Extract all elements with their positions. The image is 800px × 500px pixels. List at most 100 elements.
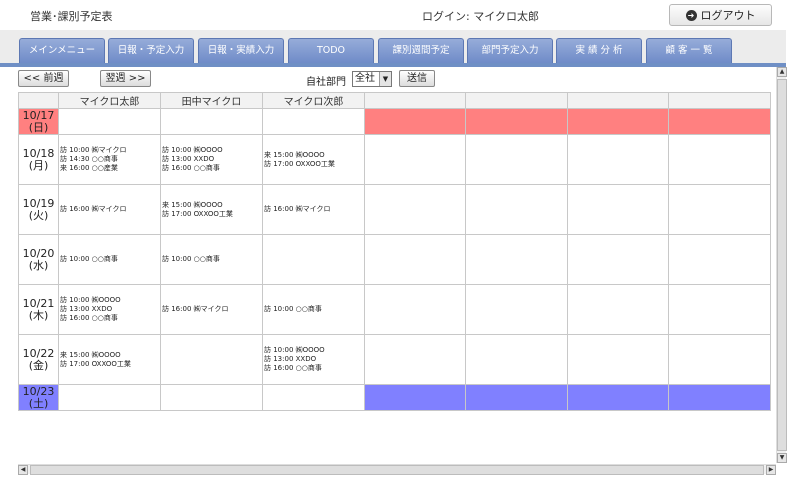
logout-button[interactable]: ➜ ログアウト bbox=[669, 4, 772, 26]
schedule-entry[interactable]: 訪 16:00 ㈱マイクロ bbox=[60, 205, 160, 214]
day-row: 10/22 (金) 来 15:00 ㈱OOOO 訪 17:00 OXXOO工業訪 10… bbox=[18, 334, 771, 385]
day-row: 10/20 (水) 訪 10:00 ○○商事訪 10:00 ○○商事 bbox=[18, 234, 771, 285]
schedule-cell[interactable] bbox=[262, 234, 365, 285]
schedule-entry[interactable]: 来 15:00 ㈱OOOO bbox=[60, 351, 160, 360]
logout-label: ログアウト bbox=[700, 9, 756, 22]
horizontal-scroll-thumb[interactable] bbox=[30, 465, 764, 475]
scroll-down-arrow-icon[interactable]: ▼ bbox=[777, 453, 787, 463]
schedule-cell[interactable]: 訪 16:00 ㈱マイクロ bbox=[58, 184, 161, 235]
scroll-left-arrow-icon[interactable]: ◀ bbox=[18, 465, 28, 475]
schedule-entry[interactable]: 訪 10:00 ㈱マイクロ bbox=[60, 146, 160, 155]
send-button[interactable]: 送信 bbox=[399, 70, 435, 87]
schedule-cell[interactable] bbox=[262, 384, 365, 411]
schedule-cell[interactable] bbox=[160, 334, 263, 385]
tab-daily-plan-input[interactable]: 日報・予定入力 bbox=[108, 38, 194, 63]
date-cell: 10/23 (土) bbox=[18, 384, 59, 411]
schedule-cell[interactable] bbox=[58, 384, 161, 411]
schedule-cell[interactable] bbox=[58, 108, 161, 135]
tab-results-analysis[interactable]: 実 績 分 析 bbox=[556, 38, 642, 63]
empty-cell bbox=[567, 184, 669, 235]
grid-body: 10/17 (日) 10/18 (月) 訪 10:00 ㈱マイクロ訪 14:30 ○○商… bbox=[18, 108, 771, 411]
schedule-entry[interactable]: 訪 16:00 ○○商事 bbox=[162, 164, 262, 173]
schedule-entry[interactable]: 訪 10:00 ㈱OOOO bbox=[264, 346, 364, 355]
schedule-entry[interactable]: 訪 14:30 ○○商事 bbox=[60, 155, 160, 164]
schedule-cell[interactable] bbox=[160, 108, 263, 135]
horizontal-scrollbar[interactable]: ◀ ▶ bbox=[18, 464, 776, 475]
schedule-entry[interactable]: 来 15:00 ㈱OOOO bbox=[162, 201, 262, 210]
tab-todo[interactable]: TODO bbox=[288, 38, 374, 63]
date-cell: 10/17 (日) bbox=[18, 108, 59, 135]
day-of-week-label: (金) bbox=[28, 358, 49, 372]
schedule-entry[interactable]: 訪 17:00 OXXOO工業 bbox=[162, 210, 262, 219]
empty-cell bbox=[364, 334, 466, 385]
schedule-entry[interactable]: 訪 10:00 ○○商事 bbox=[60, 255, 160, 264]
empty-cell bbox=[465, 108, 568, 135]
login-user-label: ログイン: マイクロ太郎 bbox=[422, 10, 539, 23]
department-select[interactable]: 全社 ▼ bbox=[352, 71, 392, 87]
date-label: 10/21 bbox=[22, 296, 55, 310]
schedule-cell[interactable]: 訪 10:00 ㈱OOOO 訪 13:00 XXDO 訪 16:00 ○○商事 bbox=[58, 284, 161, 335]
schedule-entry[interactable]: 訪 13:00 XXDO bbox=[60, 305, 160, 314]
schedule-entry[interactable]: 訪 17:00 OXXOO工業 bbox=[264, 160, 364, 169]
tab-main-menu[interactable]: メインメニュー bbox=[19, 38, 105, 63]
schedule-cell[interactable]: 訪 10:00 ㈱OOOO 訪 13:00 XXDO 訪 16:00 ○○商事 bbox=[160, 134, 263, 185]
schedule-entry[interactable]: 訪 17:00 OXXOO工業 bbox=[60, 360, 160, 369]
empty-cell bbox=[465, 284, 568, 335]
date-cell: 10/19 (火) bbox=[18, 184, 59, 235]
empty-cell bbox=[668, 334, 771, 385]
prev-week-button[interactable]: << 前週 bbox=[18, 70, 69, 87]
schedule-entry[interactable]: 訪 10:00 ㈱OOOO bbox=[60, 296, 160, 305]
schedule-entry[interactable]: 訪 10:00 ○○商事 bbox=[162, 255, 262, 264]
column-header-staff: マイクロ次郎 bbox=[262, 92, 365, 109]
schedule-cell[interactable]: 訪 16:00 ㈱マイクロ bbox=[262, 184, 365, 235]
vertical-scrollbar[interactable]: ▲ ▼ bbox=[776, 67, 787, 463]
schedule-entry[interactable]: 訪 10:00 ○○商事 bbox=[264, 305, 364, 314]
chevron-down-icon[interactable]: ▼ bbox=[379, 72, 391, 86]
next-week-button[interactable]: 翌週 >> bbox=[100, 70, 151, 87]
empty-cell bbox=[668, 384, 771, 411]
schedule-entry[interactable]: 来 15:00 ㈱OOOO bbox=[264, 151, 364, 160]
column-header-empty bbox=[364, 92, 466, 109]
date-cell: 10/21 (木) bbox=[18, 284, 59, 335]
schedule-cell[interactable]: 訪 10:00 ○○商事 bbox=[160, 234, 263, 285]
schedule-cell[interactable]: 来 15:00 ㈱OOOO 訪 17:00 OXXOO工業 bbox=[58, 334, 161, 385]
empty-cell bbox=[668, 234, 771, 285]
schedule-cell[interactable]: 訪 10:00 ㈱マイクロ訪 14:30 ○○商事来 16:00 ○○産業 bbox=[58, 134, 161, 185]
schedule-entry[interactable]: 訪 13:00 XXDO bbox=[162, 155, 262, 164]
schedule-entry[interactable]: 訪 16:00 ㈱マイクロ bbox=[162, 305, 262, 314]
schedule-entry[interactable]: 訪 16:00 ○○商事 bbox=[60, 314, 160, 323]
schedule-cell[interactable]: 訪 10:00 ㈱OOOO 訪 13:00 XXDO 訪 16:00 ○○商事 bbox=[262, 334, 365, 385]
schedule-cell[interactable]: 来 15:00 ㈱OOOO 訪 17:00 OXXOO工業 bbox=[262, 134, 365, 185]
day-row: 10/23 (土) bbox=[18, 384, 771, 411]
schedule-entry[interactable]: 来 16:00 ○○産業 bbox=[60, 164, 160, 173]
tab-customer-list[interactable]: 顧 客 一 覧 bbox=[646, 38, 732, 63]
date-label: 10/23 bbox=[22, 384, 55, 398]
schedule-entry[interactable]: 訪 16:00 ㈱マイクロ bbox=[264, 205, 364, 214]
scroll-up-arrow-icon[interactable]: ▲ bbox=[777, 67, 787, 77]
schedule-cell[interactable] bbox=[160, 384, 263, 411]
schedule-cell[interactable]: 訪 10:00 ○○商事 bbox=[58, 234, 161, 285]
week-controls: << 前週 翌週 >> 自社部門 全社 ▼ 送信 bbox=[0, 67, 776, 91]
schedule-cell[interactable] bbox=[262, 108, 365, 135]
schedule-cell[interactable]: 訪 16:00 ㈱マイクロ bbox=[160, 284, 263, 335]
vertical-scroll-thumb[interactable] bbox=[777, 79, 787, 451]
schedule-cell[interactable]: 来 15:00 ㈱OOOO 訪 17:00 OXXOO工業 bbox=[160, 184, 263, 235]
schedule-entry[interactable]: 訪 16:00 ○○商事 bbox=[264, 364, 364, 373]
column-header-empty bbox=[668, 92, 771, 109]
tab-department-plan-input[interactable]: 部門予定入力 bbox=[467, 38, 553, 63]
day-of-week-label: (日) bbox=[28, 120, 49, 134]
schedule-cell[interactable]: 訪 10:00 ○○商事 bbox=[262, 284, 365, 335]
department-label: 自社部門 bbox=[306, 77, 346, 88]
date-cell: 10/18 (月) bbox=[18, 134, 59, 185]
empty-cell bbox=[668, 184, 771, 235]
day-row: 10/18 (月) 訪 10:00 ㈱マイクロ訪 14:30 ○○商事来 16:00… bbox=[18, 134, 771, 185]
column-header-date bbox=[18, 92, 59, 109]
schedule-entry[interactable]: 訪 10:00 ㈱OOOO bbox=[162, 146, 262, 155]
scroll-right-arrow-icon[interactable]: ▶ bbox=[766, 465, 776, 475]
empty-cell bbox=[668, 108, 771, 135]
empty-cell bbox=[567, 234, 669, 285]
tab-section-weekly-schedule[interactable]: 課別週間予定 bbox=[378, 38, 464, 63]
schedule-entry[interactable]: 訪 13:00 XXDO bbox=[264, 355, 364, 364]
day-of-week-label: (月) bbox=[28, 158, 49, 172]
tab-daily-result-input[interactable]: 日報・実績入力 bbox=[198, 38, 284, 63]
